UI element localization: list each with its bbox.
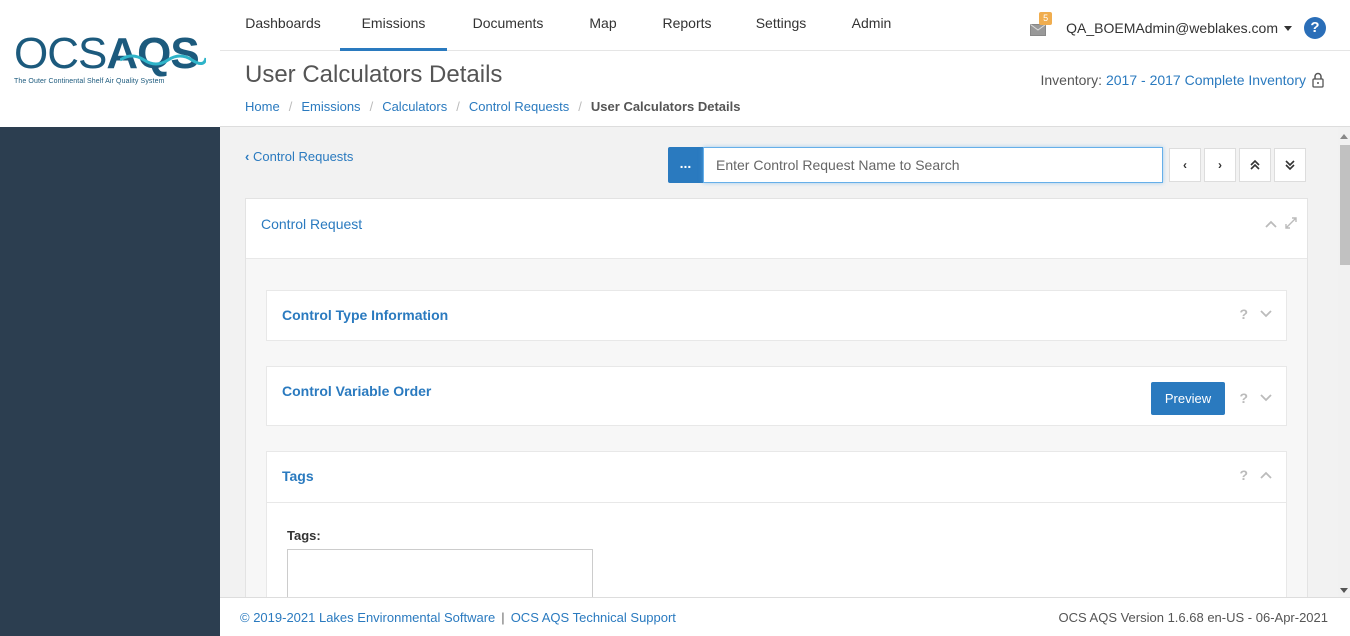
- first-icon[interactable]: [1239, 148, 1271, 182]
- main-content: ‹ Control Requests ... ‹ › Control Reque…: [220, 127, 1338, 597]
- control-variable-order-section[interactable]: Control Variable Order Preview ?: [266, 366, 1287, 426]
- more-options-button[interactable]: ...: [668, 147, 703, 183]
- mail-count-badge: 5: [1039, 12, 1053, 25]
- expand-icon[interactable]: [1285, 217, 1297, 229]
- help-icon[interactable]: ?: [1304, 17, 1326, 39]
- footer-separator: |: [501, 610, 505, 625]
- chevron-left-icon: ‹: [245, 149, 250, 164]
- preview-button[interactable]: Preview: [1151, 382, 1225, 415]
- nav-settings[interactable]: Settings: [755, 0, 807, 51]
- logo-ocs-text: OCS: [14, 29, 107, 78]
- record-navigation: ‹ ›: [1166, 148, 1306, 182]
- footer-links: © 2019-2021 Lakes Environmental Software…: [240, 610, 676, 625]
- inventory-selector: Inventory: 2017 - 2017 Complete Inventor…: [1041, 72, 1325, 88]
- logo-area: OCSAQS The Outer Continental Shelf Air Q…: [0, 0, 220, 127]
- panel-tools: [1265, 217, 1297, 229]
- tags-section-header[interactable]: [267, 452, 1286, 503]
- lock-icon: [1312, 72, 1324, 88]
- chevron-down-icon[interactable]: [1260, 310, 1272, 318]
- page-title: User Calculators Details: [245, 61, 503, 88]
- section-tools: ?: [1239, 467, 1272, 483]
- nav-admin[interactable]: Admin: [851, 0, 892, 51]
- logo-wave-icon: [120, 54, 206, 66]
- chevron-up-icon[interactable]: [1260, 471, 1272, 479]
- search-group: ...: [668, 147, 1163, 183]
- scrollbar-thumb[interactable]: [1340, 145, 1350, 265]
- breadcrumb-control-requests[interactable]: Control Requests: [469, 99, 569, 114]
- tags-input[interactable]: [287, 549, 593, 597]
- vertical-scrollbar[interactable]: [1338, 127, 1350, 597]
- nav-map[interactable]: Map: [589, 0, 617, 51]
- chevron-down-icon[interactable]: [1260, 394, 1272, 402]
- back-link-label: Control Requests: [252, 149, 354, 164]
- nav-documents[interactable]: Documents: [472, 0, 544, 51]
- help-icon[interactable]: ?: [1239, 306, 1248, 322]
- panel-header: Control Request: [246, 199, 1307, 259]
- technical-support-link[interactable]: OCS AQS Technical Support: [511, 610, 676, 625]
- breadcrumb-separator: /: [288, 99, 293, 114]
- logo-tagline: The Outer Continental Shelf Air Quality …: [14, 78, 165, 85]
- tags-section: Tags ? Tags:: [266, 451, 1287, 597]
- control-request-panel: Control Request Control Type Information…: [245, 198, 1308, 597]
- user-email[interactable]: QA_BOEMAdmin@weblakes.com: [1066, 20, 1278, 36]
- section-title: Control Type Information: [282, 307, 449, 323]
- help-icon[interactable]: ?: [1239, 390, 1248, 406]
- mail-icon[interactable]: 5: [1030, 12, 1053, 36]
- chevron-up-icon[interactable]: [1265, 220, 1277, 228]
- chevron-down-icon[interactable]: [1284, 25, 1292, 31]
- scroll-down-icon[interactable]: [1340, 588, 1348, 593]
- user-area: 5 QA_BOEMAdmin@weblakes.com ?: [1030, 12, 1326, 42]
- last-icon[interactable]: [1274, 148, 1306, 182]
- breadcrumb-current: User Calculators Details: [590, 99, 741, 114]
- ocs-aqs-logo[interactable]: OCSAQS The Outer Continental Shelf Air Q…: [14, 32, 206, 85]
- section-tools: ?: [1239, 390, 1272, 406]
- control-request-search-input[interactable]: [703, 147, 1163, 183]
- top-navigation: Dashboards Emissions Documents Map Repor…: [220, 0, 1350, 51]
- control-type-information-section[interactable]: Control Type Information ?: [266, 290, 1287, 341]
- breadcrumb-separator: /: [456, 99, 460, 114]
- footer: © 2019-2021 Lakes Environmental Software…: [220, 597, 1350, 636]
- nav-emissions[interactable]: Emissions: [340, 0, 447, 51]
- next-icon[interactable]: ›: [1204, 148, 1236, 182]
- copyright-link[interactable]: © 2019-2021 Lakes Environmental Software: [240, 610, 495, 625]
- version-info: OCS AQS Version 1.6.68 en-US - 06-Apr-20…: [1058, 610, 1328, 625]
- section-title: Tags: [282, 468, 314, 484]
- previous-icon[interactable]: ‹: [1169, 148, 1201, 182]
- tags-field-label: Tags:: [287, 528, 321, 543]
- breadcrumb-calculators[interactable]: Calculators: [382, 99, 447, 114]
- inventory-link[interactable]: 2017 - 2017 Complete Inventory: [1106, 72, 1306, 88]
- panel-title: Control Request: [261, 216, 363, 232]
- breadcrumb-home[interactable]: Home: [245, 99, 280, 114]
- back-to-control-requests-link[interactable]: ‹ Control Requests: [245, 149, 353, 164]
- breadcrumb-separator: /: [578, 99, 582, 114]
- help-icon[interactable]: ?: [1239, 467, 1248, 483]
- section-title: Control Variable Order: [282, 383, 432, 399]
- section-tools: ?: [1239, 306, 1272, 322]
- page-header: User Calculators Details Home / Emission…: [220, 51, 1350, 127]
- inventory-label: Inventory:: [1040, 72, 1102, 88]
- nav-dashboards[interactable]: Dashboards: [245, 0, 321, 51]
- breadcrumb-emissions[interactable]: Emissions: [301, 99, 360, 114]
- breadcrumb: Home / Emissions / Calculators / Control…: [245, 99, 741, 114]
- breadcrumb-separator: /: [369, 99, 374, 114]
- scroll-up-icon[interactable]: [1340, 134, 1348, 139]
- nav-reports[interactable]: Reports: [662, 0, 712, 51]
